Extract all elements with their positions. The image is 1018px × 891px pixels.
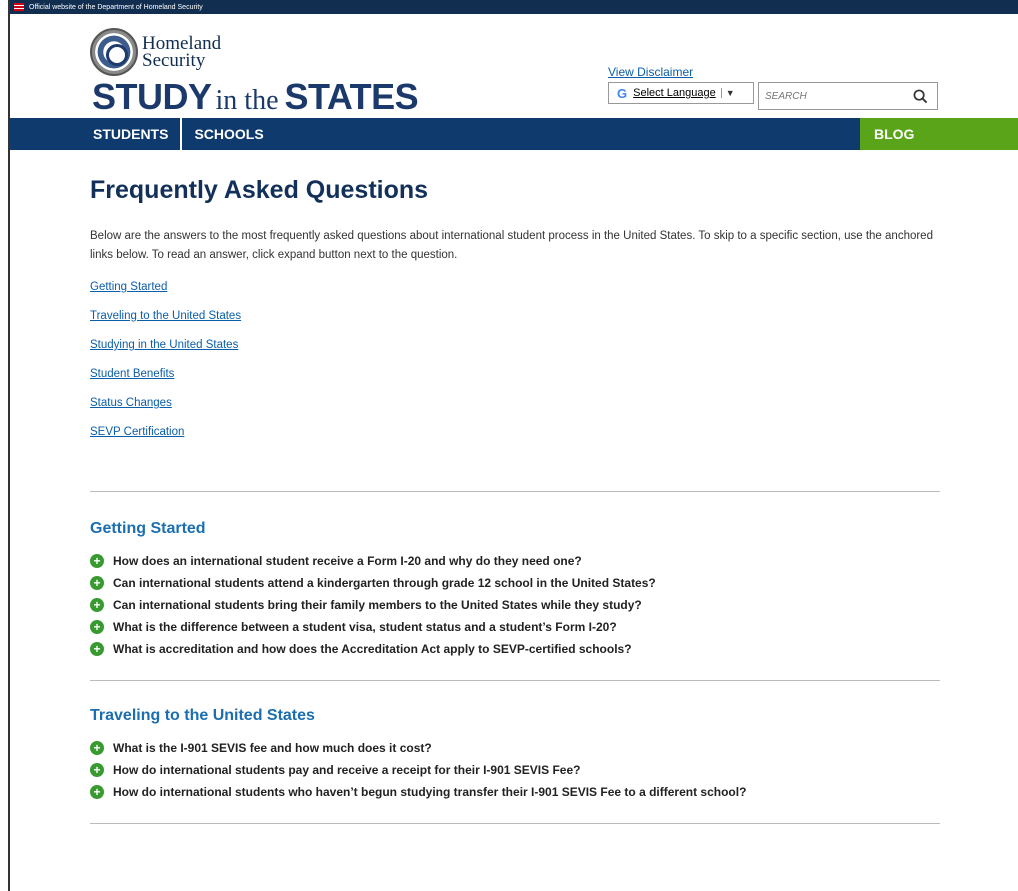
anchor-link-status-changes[interactable]: Status Changes: [90, 389, 940, 418]
section-divider: [90, 823, 940, 824]
faq-question[interactable]: What is the I-901 SEVIS fee and how much…: [113, 741, 432, 755]
search-input[interactable]: [759, 84, 903, 108]
faq-item[interactable]: + Can international students attend a kin…: [90, 572, 940, 594]
nav-blog[interactable]: BLOG: [860, 118, 1018, 150]
expand-plus-icon[interactable]: +: [90, 763, 104, 777]
faq-item[interactable]: + Can international students bring their …: [90, 594, 940, 616]
page-title: Frequently Asked Questions: [90, 176, 429, 204]
expand-plus-icon[interactable]: +: [90, 741, 104, 755]
faq-question[interactable]: How does an international student receiv…: [113, 554, 582, 568]
section-divider: [90, 491, 940, 492]
site-header: Homeland Security STUDY in the STATES View…: [10, 14, 1018, 118]
section-divider: [90, 680, 940, 681]
dropdown-arrow-icon: ▼: [720, 88, 735, 98]
faq-question[interactable]: Can international students attend a kind…: [113, 576, 656, 590]
expand-plus-icon[interactable]: +: [90, 620, 104, 634]
search-box: [758, 82, 938, 110]
section-title-getting-started: Getting Started: [90, 520, 206, 537]
expand-plus-icon[interactable]: +: [90, 598, 104, 612]
faq-question[interactable]: How do international students pay and re…: [113, 763, 580, 777]
expand-plus-icon[interactable]: +: [90, 642, 104, 656]
faq-item[interactable]: + How does an international student recei…: [90, 550, 940, 572]
language-select-label: Select Language: [633, 87, 716, 99]
dhs-wordmark-line2: Security: [142, 50, 206, 71]
faq-question[interactable]: How do international students who haven’…: [113, 785, 746, 799]
expand-plus-icon[interactable]: +: [90, 554, 104, 568]
anchor-links: Getting Started Traveling to the United …: [90, 273, 940, 447]
gov-banner-text: Official website of the Department of Ho…: [29, 3, 203, 11]
page: Official website of the Department of Ho…: [8, 0, 1018, 891]
gov-banner: Official website of the Department of Ho…: [10, 0, 1018, 14]
intro-text: Below are the answers to the most freque…: [90, 230, 933, 261]
anchor-link-studying[interactable]: Studying in the United States: [90, 331, 940, 360]
faq-item[interactable]: + What is the I-901 SEVIS fee and how muc…: [90, 737, 940, 759]
site-title-states: STATES: [284, 76, 419, 117]
expand-plus-icon[interactable]: +: [90, 785, 104, 799]
faq-question[interactable]: What is accreditation and how does the A…: [113, 642, 632, 656]
main-content: Frequently Asked Questions Below are the…: [90, 150, 940, 824]
faq-item[interactable]: + How do international students who haven…: [90, 781, 940, 803]
site-title-in-the: in the: [215, 85, 279, 116]
expand-plus-icon[interactable]: +: [90, 576, 104, 590]
faq-question[interactable]: What is the difference between a student…: [113, 620, 617, 634]
dhs-wordmark: Homeland Security: [142, 34, 221, 71]
nav-students[interactable]: STUDENTS: [10, 118, 183, 150]
faq-item[interactable]: + How do international students pay and r…: [90, 759, 940, 781]
anchor-link-student-benefits[interactable]: Student Benefits: [90, 360, 940, 389]
language-select[interactable]: G Select Language ▼: [608, 82, 754, 104]
site-title-study: STUDY: [92, 76, 212, 117]
us-flag-icon: [14, 3, 24, 11]
faq-item[interactable]: + What is accreditation and how does the …: [90, 638, 940, 660]
dhs-seal-icon: [90, 28, 138, 76]
faq-item[interactable]: + What is the difference between a studen…: [90, 616, 940, 638]
nav-schools[interactable]: SCHOOLS: [182, 118, 275, 150]
google-g-icon: G: [617, 85, 628, 101]
anchor-link-getting-started[interactable]: Getting Started: [90, 273, 940, 302]
main-nav: STUDENTS SCHOOLS BLOG: [10, 118, 1018, 150]
search-button[interactable]: [903, 83, 937, 109]
faq-list-getting-started: + How does an international student recei…: [90, 550, 940, 660]
section-title-traveling: Traveling to the United States: [90, 707, 315, 724]
anchor-link-traveling[interactable]: Traveling to the United States: [90, 302, 940, 331]
dhs-logo[interactable]: Homeland Security: [90, 28, 221, 76]
search-icon: [913, 89, 927, 103]
view-disclaimer-link[interactable]: View Disclaimer: [608, 65, 693, 79]
anchor-link-sevp-certification[interactable]: SEVP Certification: [90, 418, 940, 447]
site-title[interactable]: STUDY in the STATES: [92, 76, 419, 118]
faq-list-traveling: + What is the I-901 SEVIS fee and how muc…: [90, 737, 940, 803]
faq-question[interactable]: Can international students bring their f…: [113, 598, 642, 612]
